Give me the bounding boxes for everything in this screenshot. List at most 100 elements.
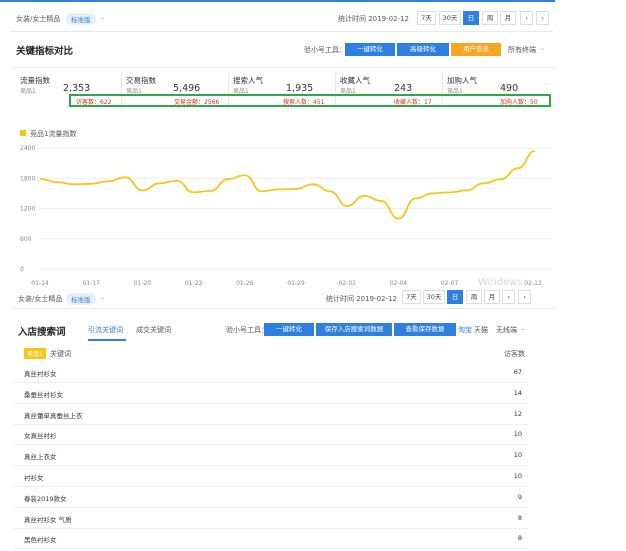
x-tick-label: 01-14 xyxy=(31,280,49,287)
x-tick-label: 01-20 xyxy=(134,280,152,287)
edition-badge: 标准版 xyxy=(66,13,96,25)
keyword-cell: 桑蚕丝衬衫女 xyxy=(24,390,63,399)
chevron-down-icon[interactable]: ⌄ xyxy=(520,325,525,332)
keyword-cell: 黑色衬衫女 xyxy=(24,536,57,545)
divider xyxy=(14,308,554,309)
stat-time: 统计时间 2019-02-12 xyxy=(338,15,409,23)
x-tick-label: 02-01 xyxy=(339,280,357,287)
y-tick-label: 0 xyxy=(20,266,24,273)
metric-label: 流量指数 xyxy=(20,76,50,85)
visitors-note: 访客数：622 xyxy=(76,99,112,106)
save-search-data-button[interactable]: 保存入店搜索词数据 xyxy=(316,323,392,336)
visitor-count-cell: 8 xyxy=(517,513,522,522)
competitor-tag: 竞品1 xyxy=(24,348,46,359)
advanced-convert-button[interactable]: 高级转化 xyxy=(397,43,449,56)
terminal-select[interactable]: 所有终端 xyxy=(508,45,536,55)
table-row[interactable]: 女真丝衬衫 10 xyxy=(14,424,528,446)
table-row[interactable]: 真丝衬衫女 67 xyxy=(14,362,528,383)
range-7d-2[interactable]: 7天 xyxy=(402,290,421,304)
chevron-down-icon[interactable]: ⌄ xyxy=(100,294,105,301)
table-row[interactable]: 黑色衬衫女 8 xyxy=(14,528,528,550)
x-tick-label: 01-29 xyxy=(287,280,305,287)
x-tick-label: 01-26 xyxy=(236,280,254,287)
column-visitors: 访客数 xyxy=(504,350,525,358)
range-day-2[interactable]: 日 xyxy=(447,290,463,304)
trade-amount-note: 交易金额：2566 xyxy=(174,99,220,106)
chevron-down-icon[interactable]: ⌄ xyxy=(540,45,545,52)
y-tick-label: 2400 xyxy=(20,145,35,152)
platform-taobao[interactable]: 淘宝 xyxy=(458,325,472,335)
favorites-note: 收藏人数：17 xyxy=(394,99,432,106)
range-week-2[interactable]: 周 xyxy=(466,290,482,304)
top-accent-line xyxy=(0,0,555,2)
visitor-count-cell: 67 xyxy=(513,368,522,376)
platform-tmall[interactable]: 天猫 xyxy=(474,325,488,335)
range-30d-2[interactable]: 30天 xyxy=(423,290,445,304)
metric-value: 5,496 xyxy=(173,83,201,94)
chart-legend[interactable]: 竞品1流量指数 xyxy=(30,129,76,139)
prev-button[interactable]: ‹ xyxy=(520,11,533,25)
table-row[interactable]: 桑蚕丝衬衫女 14 xyxy=(14,383,528,404)
visitor-count-cell: 10 xyxy=(513,430,522,439)
user-info-button[interactable]: 用户信息 xyxy=(451,43,501,56)
cart-note: 加购人数：50 xyxy=(500,99,538,106)
one-click-convert-button[interactable]: 一键转化 xyxy=(345,43,395,56)
metric-value: 1,935 xyxy=(286,83,314,94)
y-tick-label: 600 xyxy=(20,236,32,243)
prev-button-2[interactable]: ‹ xyxy=(502,290,515,304)
next-button-2[interactable]: › xyxy=(518,290,531,304)
range-month[interactable]: 月 xyxy=(500,11,516,25)
tool-label: 验小号工具： xyxy=(304,46,346,54)
metric-label: 加购人气 xyxy=(447,76,477,85)
tool-label-2: 验小号工具： xyxy=(226,326,268,334)
range-month-2[interactable]: 月 xyxy=(484,290,500,304)
keywords-title: 入店搜索词 xyxy=(18,327,66,338)
range-30d[interactable]: 30天 xyxy=(439,11,461,25)
visitor-count-cell: 14 xyxy=(513,388,522,397)
terminal-select-2[interactable]: 无线端 xyxy=(496,325,517,335)
legend-swatch xyxy=(20,130,26,136)
table-row[interactable]: 衬衫女 10 xyxy=(14,466,528,487)
breadcrumb[interactable]: 女装/女士精品 xyxy=(16,14,60,24)
edition-badge-2: 标准版 xyxy=(66,293,96,305)
one-click-convert-button-2[interactable]: 一键转化 xyxy=(264,323,314,336)
keyword-cell: 真丝衬衫女 气质 xyxy=(24,515,72,524)
tab-deal-keywords[interactable]: 成交关键词 xyxy=(136,325,171,335)
visitor-count-cell: 12 xyxy=(513,409,522,418)
metric-value: 243 xyxy=(394,83,413,94)
keyword-cell: 春装2019款女 xyxy=(24,494,67,503)
keyword-cell: 衬衫女 xyxy=(24,474,44,482)
active-tab-indicator xyxy=(88,339,126,341)
chevron-down-icon[interactable]: ⌄ xyxy=(100,14,105,21)
metric-sub: 竞品1 xyxy=(20,88,36,95)
tab-traffic-keywords[interactable]: 引流关键词 xyxy=(88,325,123,335)
x-tick-label: 01-23 xyxy=(185,280,203,287)
visitor-count-cell: 10 xyxy=(513,472,522,480)
visitor-count-cell: 10 xyxy=(513,451,522,460)
x-tick-label: 02-12 xyxy=(524,280,542,287)
range-day[interactable]: 日 xyxy=(463,11,479,25)
range-7d[interactable]: 7天 xyxy=(417,11,436,25)
y-tick-label: 1200 xyxy=(20,206,35,213)
x-tick-label: 02-07 xyxy=(441,280,459,287)
searchers-note: 搜索人数：451 xyxy=(283,99,325,106)
stat-time-2: 统计时间 2019-02-12 xyxy=(326,295,397,303)
keyword-cell: 真丝上衣女 xyxy=(24,453,57,462)
metrics-title: 关键指标对比 xyxy=(16,46,74,57)
table-row[interactable]: 真丝衬衫女 气质 8 xyxy=(14,508,528,529)
range-week[interactable]: 周 xyxy=(482,11,498,25)
table-row[interactable]: 真丝蕾单真蚕丝上衣 12 xyxy=(14,404,528,425)
metric-value: 2,353 xyxy=(63,83,91,94)
column-keyword: 关键词 xyxy=(50,350,71,358)
traffic-line-chart: 0 600 1200 1800 2400 01-14 01-17 01-20 01-23 01-2… xyxy=(20,145,552,288)
next-button[interactable]: › xyxy=(536,11,549,25)
divider xyxy=(14,67,554,68)
visitor-count-cell: 8 xyxy=(517,534,522,543)
view-saved-data-button[interactable]: 查看保存数据 xyxy=(394,323,456,336)
table-row[interactable]: 春装2019款女 9 xyxy=(14,487,528,508)
breadcrumb-2[interactable]: 女装/女士精品 xyxy=(18,294,62,304)
x-tick-label: 01-17 xyxy=(82,280,100,287)
table-row[interactable]: 真丝上衣女 10 xyxy=(14,445,528,467)
x-tick-label: 02-04 xyxy=(390,280,408,287)
keyword-cell: 真丝蕾单真蚕丝上衣 xyxy=(24,411,83,420)
